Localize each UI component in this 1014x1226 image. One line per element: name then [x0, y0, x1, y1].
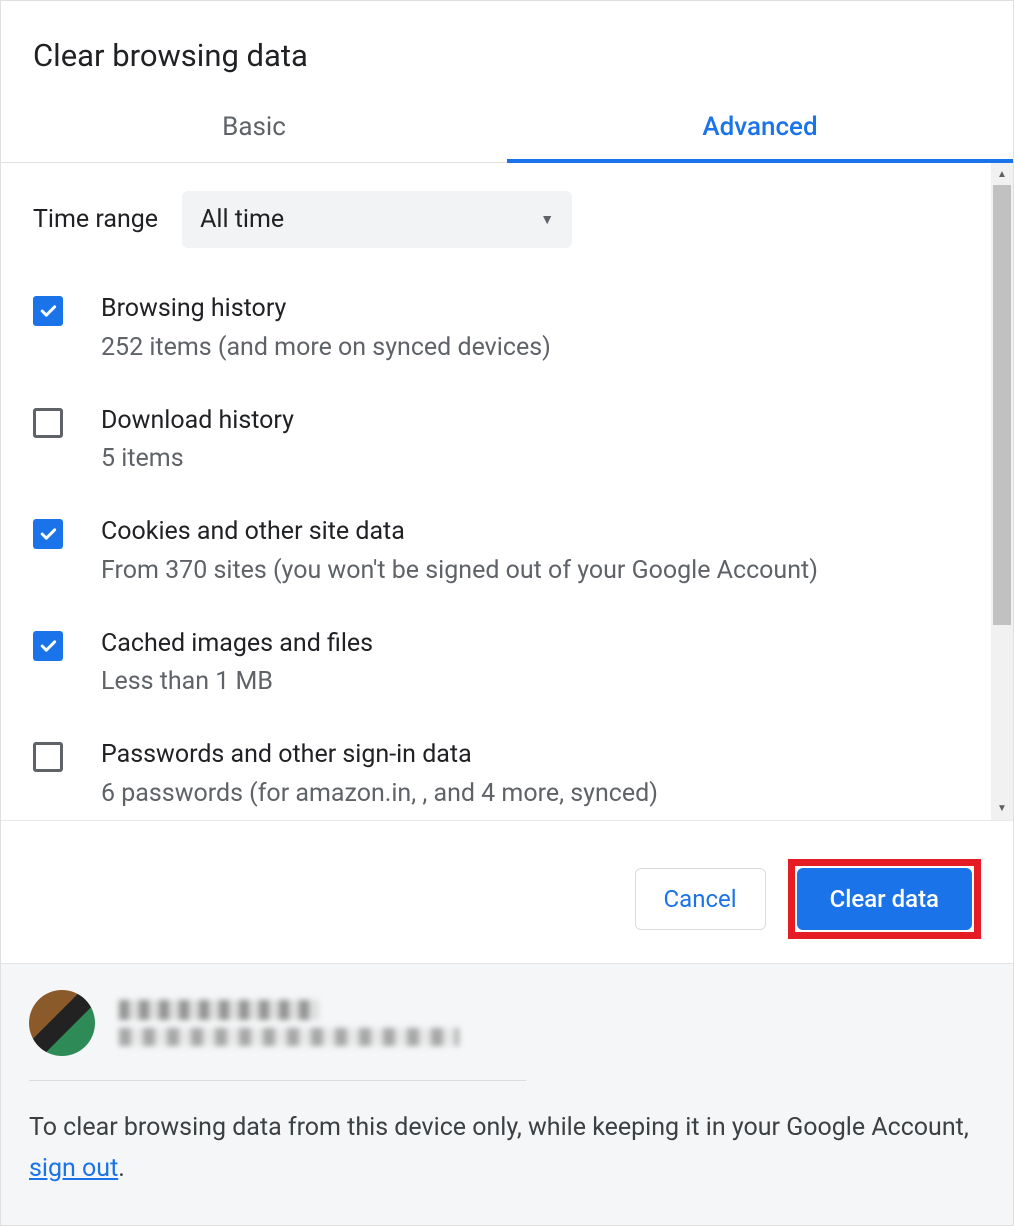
- option-sub: From 370 sites (you won't be signed out …: [101, 551, 818, 591]
- scrollbar[interactable]: ▲ ▼: [991, 163, 1013, 820]
- option-cached: Cached images and files Less than 1 MB: [33, 625, 981, 703]
- option-browsing-history: Browsing history 252 items (and more on …: [33, 290, 981, 368]
- option-title: Download history: [101, 402, 294, 440]
- footer-text-before: To clear browsing data from this device …: [29, 1113, 969, 1142]
- option-text: Cookies and other site data From 370 sit…: [101, 513, 818, 591]
- footer: To clear browsing data from this device …: [1, 963, 1013, 1226]
- option-download-history: Download history 5 items: [33, 402, 981, 480]
- option-text: Download history 5 items: [101, 402, 294, 480]
- checkbox-cookies[interactable]: [33, 519, 63, 549]
- chevron-down-icon: ▼: [540, 211, 554, 228]
- option-passwords: Passwords and other sign-in data 6 passw…: [33, 736, 981, 814]
- clear-browsing-data-dialog: Clear browsing data Basic Advanced Time …: [0, 0, 1014, 1226]
- option-text: Browsing history 252 items (and more on …: [101, 290, 551, 368]
- time-range-select[interactable]: All time ▼: [182, 191, 572, 248]
- option-title: Cached images and files: [101, 625, 373, 663]
- tabs: Basic Advanced: [1, 94, 1013, 163]
- option-text: Passwords and other sign-in data 6 passw…: [101, 736, 658, 814]
- checkbox-passwords[interactable]: [33, 742, 63, 772]
- option-title: Passwords and other sign-in data: [101, 736, 658, 774]
- checkbox-download-history[interactable]: [33, 408, 63, 438]
- option-sub: 5 items: [101, 439, 294, 479]
- option-sub: Less than 1 MB: [101, 662, 373, 702]
- time-range-value: All time: [200, 205, 284, 234]
- time-range-label: Time range: [33, 205, 158, 234]
- button-bar: Cancel Clear data: [1, 820, 1013, 963]
- scroll-area: Time range All time ▼ Browsing history 2…: [1, 163, 1013, 820]
- option-sub: 6 passwords (for amazon.in, , and 4 more…: [101, 774, 658, 814]
- tab-basic[interactable]: Basic: [1, 94, 507, 162]
- account-name-redacted: [119, 1000, 319, 1020]
- scroll-thumb[interactable]: [993, 185, 1011, 625]
- checkbox-browsing-history[interactable]: [33, 296, 63, 326]
- dialog-title: Clear browsing data: [1, 1, 1013, 94]
- scroll-up-icon[interactable]: ▲: [991, 163, 1013, 185]
- sign-out-link[interactable]: sign out: [29, 1154, 118, 1183]
- account-email-redacted: [119, 1028, 459, 1046]
- account-row: [29, 990, 526, 1081]
- footer-text-after: .: [118, 1154, 125, 1183]
- avatar: [29, 990, 95, 1056]
- scroll-down-icon[interactable]: ▼: [991, 798, 1013, 820]
- option-title: Browsing history: [101, 290, 551, 328]
- account-text: [119, 1000, 459, 1046]
- cancel-button[interactable]: Cancel: [635, 868, 766, 930]
- scroll-content: Time range All time ▼ Browsing history 2…: [33, 191, 981, 820]
- option-title: Cookies and other site data: [101, 513, 818, 551]
- clear-data-button[interactable]: Clear data: [797, 868, 972, 930]
- footer-text: To clear browsing data from this device …: [29, 1107, 985, 1190]
- checkbox-cached[interactable]: [33, 631, 63, 661]
- options-list: Browsing history 252 items (and more on …: [33, 290, 981, 820]
- time-range-row: Time range All time ▼: [33, 191, 981, 248]
- option-sub: 252 items (and more on synced devices): [101, 328, 551, 368]
- option-cookies: Cookies and other site data From 370 sit…: [33, 513, 981, 591]
- tab-advanced[interactable]: Advanced: [507, 94, 1013, 162]
- option-text: Cached images and files Less than 1 MB: [101, 625, 373, 703]
- clear-data-highlight: Clear data: [788, 859, 981, 939]
